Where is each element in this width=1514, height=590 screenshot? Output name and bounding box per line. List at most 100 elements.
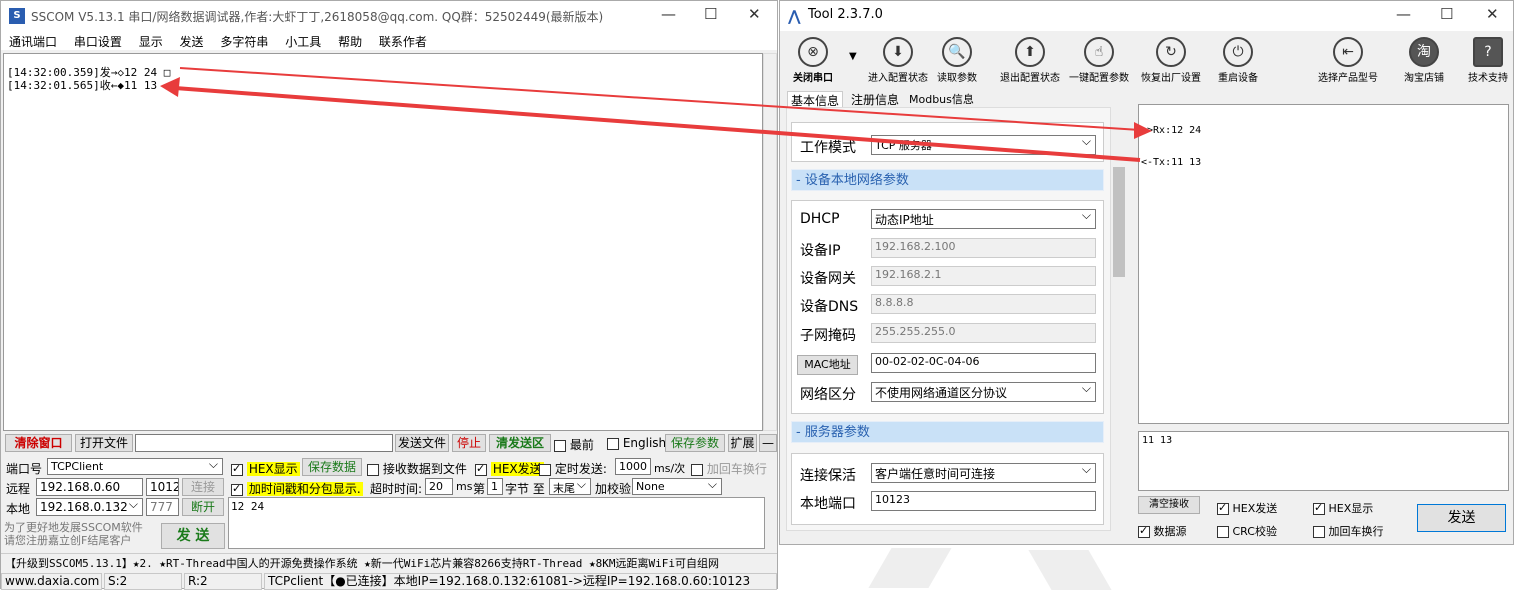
menu-item-multi-string[interactable]: 多字符串 [220, 35, 268, 49]
timed-send-checkbox[interactable] [539, 463, 551, 476]
english-label: English [622, 436, 667, 450]
gateway-label: 设备网关 [800, 271, 856, 287]
connect-button[interactable]: 连接 [182, 478, 224, 496]
send-file-button[interactable]: 发送文件 [395, 434, 449, 452]
close-port-button[interactable]: ⊗ 关闭串口 [780, 37, 846, 84]
network-zone-select[interactable]: 不使用网络通道区分协议 [871, 382, 1096, 402]
status-site[interactable]: www.daxia.com [1, 573, 102, 590]
disconnect-button[interactable]: 断开 [182, 498, 224, 516]
tool-logo-icon: ⋀ [788, 7, 801, 25]
section-local-network: - 设备本地网络参数 [791, 169, 1104, 191]
factory-reset-icon: ↻ [1156, 37, 1186, 67]
tab-registration-info[interactable]: 注册信息 [848, 91, 902, 108]
add-crlf-checkbox[interactable] [691, 463, 703, 476]
menu-item-comm-port[interactable]: 通讯端口 [9, 35, 57, 49]
dhcp-select[interactable]: 动态IP地址 [871, 209, 1096, 229]
one-click-config-icon: ☝ [1084, 37, 1114, 67]
data-source-checkbox[interactable] [1138, 524, 1150, 538]
device-ip-input[interactable]: 192.168.2.100 [871, 238, 1096, 258]
subnet-mask-input[interactable]: 255.255.255.0 [871, 323, 1096, 343]
work-mode-select[interactable]: TCP 服务器 [871, 135, 1096, 155]
period-unit: ms/次 [654, 462, 686, 475]
menu-item-contact[interactable]: 联系作者 [379, 35, 427, 49]
restart-button[interactable]: ⏻ 重启设备 [1205, 37, 1271, 84]
taobao-button[interactable]: 淘 淘宝店铺 [1391, 37, 1457, 84]
tool-close-icon[interactable]: ✕ [1486, 5, 1499, 23]
timeout-input[interactable]: 20 [425, 478, 453, 495]
timestamp-checkbox[interactable] [231, 482, 243, 496]
sscom-titlebar: S SSCOM V5.13.1 串口/网络数据调试器,作者:大虾丁丁,26180… [1, 1, 777, 31]
recv-to-file-label: 接收数据到文件 [382, 462, 467, 476]
work-mode-label: 工作模式 [800, 140, 856, 156]
save-params-button[interactable]: 保存参数 [665, 434, 725, 452]
local-port-input[interactable]: 777 [146, 498, 179, 516]
period-input[interactable]: 1000 [615, 458, 651, 475]
byte-input[interactable]: 1 [487, 478, 503, 495]
maximize-icon[interactable]: ☐ [704, 5, 717, 23]
tool-crlf-checkbox[interactable] [1313, 526, 1325, 538]
chevron-down-icon[interactable]: ▼ [849, 51, 857, 62]
clear-send-button[interactable]: 清发送区 [489, 434, 551, 452]
file-path-input[interactable] [135, 434, 393, 452]
exit-config-button[interactable]: ⬆ 退出配置状态 [997, 37, 1063, 84]
expand-button[interactable]: 扩展 [728, 434, 757, 452]
enter-config-button[interactable]: ⬇ 进入配置状态 [865, 37, 931, 84]
tool-hex-display-checkbox[interactable] [1313, 501, 1325, 515]
support-button[interactable]: ? 技术支持 [1455, 37, 1514, 84]
stop-button[interactable]: 停止 [452, 434, 486, 452]
send-button[interactable]: 发 送 [161, 523, 225, 549]
minimize-icon[interactable]: — [661, 5, 676, 23]
mac-address-input[interactable]: 00-02-02-0C-04-06 [871, 353, 1096, 373]
sscom-window: S SSCOM V5.13.1 串口/网络数据调试器,作者:大虾丁丁,26180… [0, 0, 778, 590]
receive-scrollbar[interactable] [763, 53, 777, 431]
menu-item-send[interactable]: 发送 [180, 35, 204, 49]
english-checkbox[interactable] [607, 437, 619, 450]
tool-receive-area[interactable]: ->Rx:12 24 <-Tx:11 13 [1138, 104, 1509, 424]
hex-display-checkbox[interactable] [231, 462, 243, 476]
menu-item-display[interactable]: 显示 [139, 35, 163, 49]
subnet-mask-label: 子网掩码 [800, 328, 856, 344]
remote-ip-input[interactable]: 192.168.0.60 [36, 478, 143, 496]
crc-checkbox[interactable] [1217, 526, 1229, 538]
collapse-button[interactable]: — [759, 434, 777, 452]
tool-maximize-icon[interactable]: ☐ [1440, 5, 1453, 23]
send-textarea[interactable]: 12 24 [228, 497, 765, 549]
tool-send-button[interactable]: 发送 [1417, 504, 1506, 532]
tab-modbus-info[interactable]: Modbus信息 [906, 91, 977, 107]
close-icon[interactable]: ✕ [748, 5, 761, 23]
end-select[interactable]: 末尾 [549, 478, 591, 495]
always-on-top-checkbox[interactable] [554, 439, 566, 452]
open-file-button[interactable]: 打开文件 [75, 434, 133, 452]
mac-address-button[interactable]: MAC地址 [797, 355, 858, 375]
gateway-input[interactable]: 192.168.2.1 [871, 266, 1096, 286]
tool-hex-send-checkbox[interactable] [1217, 501, 1229, 515]
local-ip-select[interactable]: 192.168.0.132 [36, 498, 143, 516]
device-ip-label: 设备IP [800, 243, 841, 259]
menu-item-help[interactable]: 帮助 [338, 35, 362, 49]
remote-port-input[interactable]: 10123 [146, 478, 179, 496]
hex-send-checkbox[interactable] [475, 462, 487, 476]
keepalive-select[interactable]: 客户端任意时间可连接 [871, 463, 1096, 483]
receive-area[interactable]: [14:32:00.359]发→◇12 24 □ [14:32:01.565]收… [3, 53, 763, 431]
factory-reset-button[interactable]: ↻ 恢复出厂设置 [1138, 37, 1204, 84]
send-text: 12 24 [231, 500, 265, 513]
one-click-config-button[interactable]: ☝ 一键配置参数 [1066, 37, 1132, 84]
tool-send-area[interactable]: 11 13 [1138, 431, 1509, 491]
port-select[interactable]: TCPClient [47, 458, 223, 475]
clear-window-button[interactable]: 清除窗口 [5, 434, 72, 452]
byte-label: 第 [473, 482, 486, 496]
log-line: [14:32:00.359]发→◇12 24 □ [7, 66, 171, 79]
read-params-button[interactable]: 🔍 读取参数 [924, 37, 990, 84]
checksum-select[interactable]: None [632, 478, 722, 495]
select-model-button[interactable]: ⇤ 选择产品型号 [1315, 37, 1381, 84]
recv-to-file-checkbox[interactable] [367, 463, 379, 476]
menu-item-tools[interactable]: 小工具 [285, 35, 321, 49]
save-data-button[interactable]: 保存数据 [302, 458, 362, 476]
status-connection: TCPclient【●已连接】本地IP=192.168.0.132:61081-… [264, 573, 777, 590]
clear-receive-button[interactable]: 清空接收 [1138, 496, 1200, 514]
dns-input[interactable]: 8.8.8.8 [871, 294, 1096, 314]
tool-minimize-icon[interactable]: — [1396, 5, 1411, 23]
local-port-input[interactable]: 10123 [871, 491, 1096, 511]
param-scrollbar[interactable] [1111, 107, 1127, 531]
menu-item-port-settings[interactable]: 串口设置 [74, 35, 122, 49]
